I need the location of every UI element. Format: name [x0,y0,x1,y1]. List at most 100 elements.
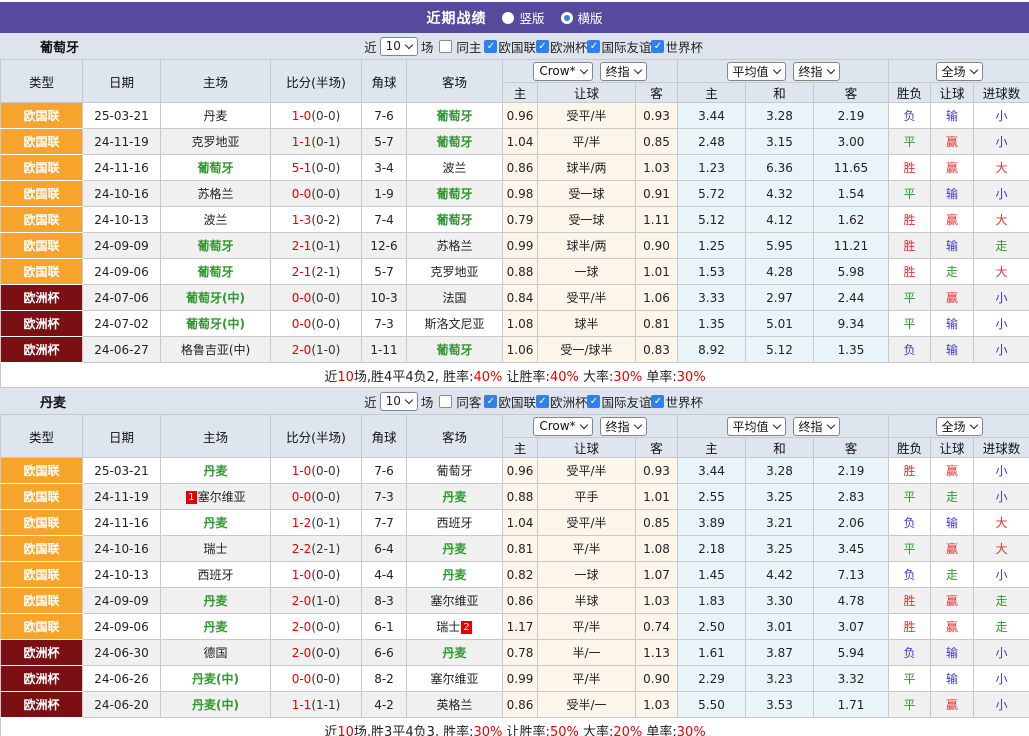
average-stage-select[interactable]: 终指 [793,62,840,81]
avg-away-odds: 2.83 [814,484,889,510]
avg-away-odds: 3.45 [814,536,889,562]
result-handicap: 输 [931,181,974,207]
checkbox-checked-icon[interactable]: ✓ [536,395,549,408]
checkbox-checked-icon[interactable]: ✓ [484,40,497,53]
home-team: 丹麦 [161,588,271,614]
checkbox-unchecked-icon[interactable] [439,40,452,53]
avg-draw-odds: 2.97 [746,285,814,311]
radio-vertical-icon[interactable] [502,12,514,24]
team-text: 克罗地亚 [191,135,239,149]
league-filter[interactable]: ✓欧国联 [484,37,536,56]
handicap-home-odds: 1.17 [503,614,538,640]
match-date: 24-10-13 [83,207,161,233]
handicap-stage-select[interactable]: 终指 [600,417,647,436]
checkbox-checked-icon[interactable]: ✓ [484,395,497,408]
chevron-down-icon [826,65,834,73]
topbar: 近期战绩 竖版 横版 [0,2,1029,33]
handicap-group-header: Crow* 终指 [503,60,678,83]
league-filter[interactable]: ✓世界杯 [651,392,703,411]
match-type: 欧国联 [1,562,83,588]
team-section: 丹麦 近 10 场 同客 ✓欧国联✓欧洲杯✓国际友谊✓世界杯 [0,388,1029,736]
match-type: 欧国联 [1,536,83,562]
team-text: 葡萄牙 [436,343,472,357]
match-row: 欧国联24-11-191塞尔维亚0-0(0-0)7-3丹麦0.88平手1.012… [1,484,1029,510]
fulltime-select[interactable]: 全场 [936,62,983,81]
avg-draw-odds: 5.95 [746,233,814,259]
average-stage-select[interactable]: 终指 [793,417,840,436]
radio-vertical-option[interactable]: 竖版 [502,8,544,27]
avg-home-odds: 8.92 [678,337,746,363]
fulltime-score: 2-0 [292,594,312,608]
result-handicap: 输 [931,640,974,666]
team-text: 丹麦(中) [192,672,239,686]
halftime-score: (0-0) [311,187,340,201]
checkbox-checked-icon[interactable]: ✓ [536,40,549,53]
summary-text: 近10场,胜4平4负2, 胜率:40% 让胜率:40% 大率:30% 单率:30… [1,363,1029,388]
average-select[interactable]: 平均值 [727,417,786,436]
handicap-home-odds: 1.04 [503,129,538,155]
same-venue-filter[interactable]: 同主 [436,37,481,56]
corner-score: 7-3 [362,311,407,337]
away-team: 塞尔维亚 [407,588,503,614]
avg-draw-odds: 4.12 [746,207,814,233]
handicap-away-odds: 0.91 [636,181,678,207]
result-handicap: 赢 [931,588,974,614]
league-filter[interactable]: ✓欧洲杯 [536,392,588,411]
rounds-select[interactable]: 10 [380,392,418,411]
checkbox-checked-icon[interactable]: ✓ [651,395,664,408]
match-date: 24-06-20 [83,692,161,718]
handicap-stage-select[interactable]: 终指 [600,62,647,81]
league-filter[interactable]: ✓国际友谊 [587,37,651,56]
away-team: 葡萄牙 [407,337,503,363]
summary-segment: 场,胜4平4负2, 胜率: [354,370,474,385]
handicap-line: 一球 [538,259,636,285]
league-filter[interactable]: ✓国际友谊 [587,392,651,411]
match-date: 24-09-06 [83,614,161,640]
home-team: 西班牙 [161,562,271,588]
handicap-away-odds: 0.74 [636,614,678,640]
score: 1-0(0-0) [271,458,362,484]
handicap-home-odds: 0.86 [503,692,538,718]
match-date: 24-11-19 [83,129,161,155]
halftime-score: (0-0) [311,646,340,660]
handicap-home-odds: 0.96 [503,103,538,129]
col-header-type: 类型 [1,60,83,103]
fulltime-select[interactable]: 全场 [936,417,983,436]
rounds-select[interactable]: 10 [380,37,418,56]
avg-draw-odds: 3.28 [746,458,814,484]
corner-score: 1-11 [362,337,407,363]
corner-score: 12-6 [362,233,407,259]
checkbox-checked-icon[interactable]: ✓ [587,395,600,408]
handicap-home-odds: 0.98 [503,181,538,207]
bookmaker-select[interactable]: Crow* [533,417,592,436]
checkbox-checked-icon[interactable]: ✓ [587,40,600,53]
handicap-away-odds: 0.81 [636,311,678,337]
average-select[interactable]: 平均值 [727,62,786,81]
avg-away-odds: 11.21 [814,233,889,259]
bookmaker-select[interactable]: Crow* [533,62,592,81]
team-text: 葡萄牙(中) [186,291,245,305]
sub-header-avg-home: 主 [678,438,746,458]
summary-segment: 场,胜3平4负3, 胜率: [354,725,474,736]
league-filter[interactable]: ✓世界杯 [651,37,703,56]
league-filter[interactable]: ✓欧洲杯 [536,37,588,56]
halftime-score: (0-1) [311,239,340,253]
avg-home-odds: 2.18 [678,536,746,562]
checkbox-unchecked-icon[interactable] [439,395,452,408]
result-handicap: 走 [931,259,974,285]
chevron-down-icon [579,65,587,73]
home-team: 德国 [161,640,271,666]
checkbox-checked-icon[interactable]: ✓ [651,40,664,53]
radio-horizontal-icon[interactable] [561,12,573,24]
result-goals: 小 [974,458,1029,484]
score: 0-0(0-0) [271,285,362,311]
same-venue-filter[interactable]: 同客 [436,392,481,411]
radio-horizontal-option[interactable]: 横版 [561,8,603,27]
corner-score: 6-1 [362,614,407,640]
league-filter[interactable]: ✓欧国联 [484,392,536,411]
corner-score: 5-7 [362,129,407,155]
match-date: 24-07-06 [83,285,161,311]
sub-header-avg-away: 客 [814,438,889,458]
team-text: 塞尔维亚 [198,490,246,504]
away-team: 葡萄牙 [407,207,503,233]
